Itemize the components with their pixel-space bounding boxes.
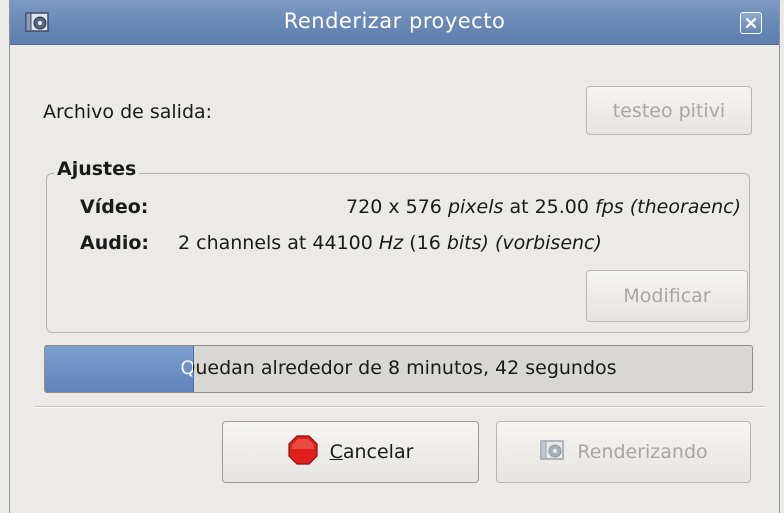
modify-settings-button[interactable]: Modificar	[586, 270, 748, 322]
close-icon	[745, 17, 757, 29]
render-progress-bar: Quedan alrededor de 8 minutos, 42 segund…	[44, 345, 753, 393]
video-unit: pixels	[447, 196, 504, 218]
render-dialog: Renderizar proyecto Archivo de salida: t…	[9, 0, 780, 513]
output-file-label: Archivo de salida:	[43, 101, 213, 123]
audio-codec: (vorbisenc)	[494, 232, 602, 254]
video-resolution: 720 x 576	[346, 196, 442, 218]
output-file-button[interactable]: testeo pitivi	[586, 86, 752, 135]
audio-settings-value: 2 channels at 44100 Hz (16 bits) (vorbis…	[178, 232, 602, 254]
render-button-label: Renderizando	[577, 441, 708, 463]
progress-text-on-fill: Quedan alrededor de 8 minutos, 42 segund…	[45, 357, 193, 379]
cancel-button[interactable]: Cancelar	[222, 421, 479, 483]
audio-bits-open: (16	[409, 232, 441, 254]
render-button[interactable]: Renderizando	[496, 421, 751, 483]
audio-hz-unit: Hz	[378, 232, 404, 254]
close-button[interactable]	[740, 12, 762, 34]
audio-channels: 2 channels at 44100	[178, 232, 373, 254]
video-fps-unit: fps	[595, 196, 624, 218]
progress-text-highlight: Quedan alrededor de 8 minutos, 42 segund…	[45, 346, 193, 392]
cancel-button-label: Cancelar	[329, 441, 414, 463]
audio-label: Audio:	[80, 232, 149, 254]
separator	[34, 406, 765, 408]
video-rate: at 25.00	[509, 196, 589, 218]
settings-frame-title: Ajustes	[54, 158, 140, 180]
modify-button-label: Modificar	[623, 285, 711, 307]
video-label: Vídeo:	[80, 196, 149, 218]
dialog-title: Renderizar proyecto	[283, 9, 506, 33]
audio-bits: bits)	[446, 232, 489, 254]
video-settings-value: 720 x 576 pixels at 25.00 fps (theoraenc…	[346, 196, 741, 218]
render-icon	[539, 438, 567, 467]
stop-icon	[287, 434, 318, 470]
titlebar: Renderizar proyecto	[10, 0, 779, 45]
video-codec: (theoraenc)	[629, 196, 741, 218]
